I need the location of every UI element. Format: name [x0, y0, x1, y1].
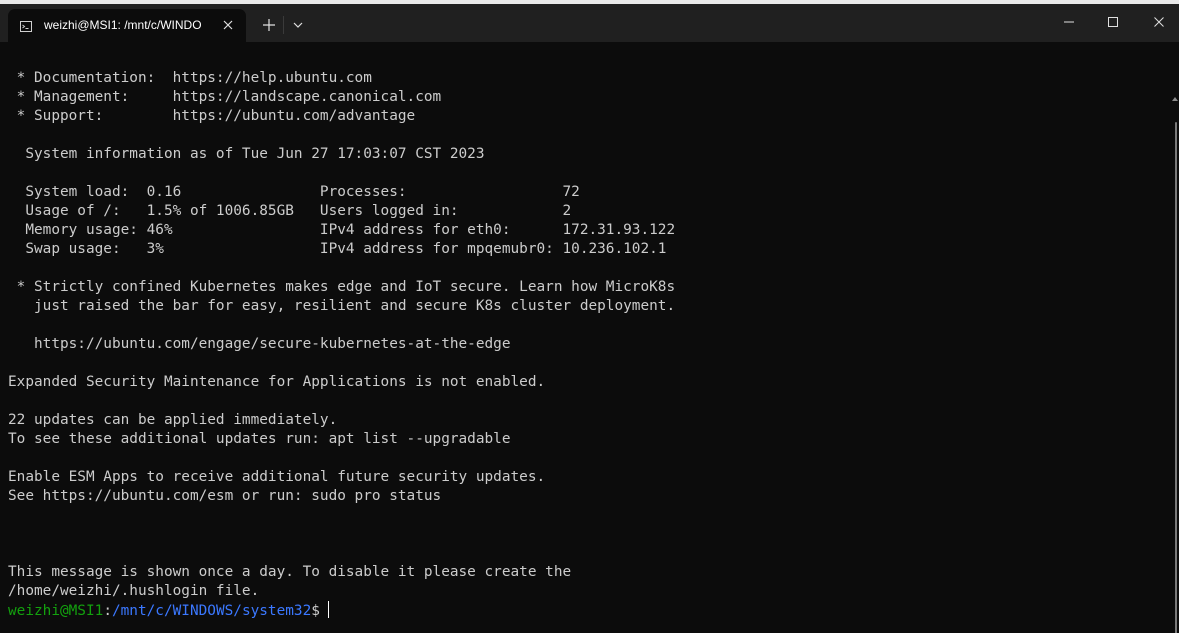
terminal-line: * Documentation: https://help.ubuntu.com [8, 70, 372, 86]
terminal-line: Expanded Security Maintenance for Applic… [8, 374, 546, 390]
tab-divider [283, 16, 284, 34]
maximize-button[interactable] [1090, 4, 1136, 40]
terminal-line: System load: 0.16 Processes: 72 [8, 184, 580, 200]
scroll-up-icon[interactable] [1171, 90, 1179, 101]
prompt-separator: : [103, 603, 112, 619]
text-cursor [327, 601, 329, 618]
minimize-button[interactable] [1046, 4, 1092, 40]
terminal-line: This message is shown once a day. To dis… [8, 564, 572, 580]
close-icon[interactable] [220, 17, 236, 33]
terminal-line: Usage of /: 1.5% of 1006.85GB Users logg… [8, 203, 572, 219]
terminal-line: * Strictly confined Kubernetes makes edg… [8, 279, 676, 295]
terminal-line: Enable ESM Apps to receive additional fu… [8, 469, 546, 485]
close-window-button[interactable] [1136, 4, 1179, 40]
terminal-line: 22 updates can be applied immediately. [8, 412, 338, 428]
terminal-line: System information as of Tue Jun 27 17:0… [8, 146, 485, 162]
terminal-line: https://ubuntu.com/engage/secure-kuberne… [8, 336, 511, 352]
terminal-output[interactable]: * Documentation: https://help.ubuntu.com… [0, 42, 1179, 633]
command-prompt[interactable]: weizhi@MSI1:/mnt/c/WINDOWS/system32$ [8, 601, 329, 621]
desktop-strip [0, 0, 1179, 4]
terminal-line: just raised the bar for easy, resilient … [8, 298, 676, 314]
prompt-symbol: $ [311, 603, 320, 619]
terminal-line: To see these additional updates run: apt… [8, 431, 511, 447]
close-icon [1154, 17, 1164, 27]
terminal-window: weizhi@MSI1: /mnt/c/WINDO * Documentatio… [0, 0, 1179, 633]
terminal-line: * Management: https://landscape.canonica… [8, 89, 442, 105]
terminal-icon [20, 19, 32, 32]
scrollbar-thumb[interactable] [1175, 122, 1177, 633]
tab-terminal[interactable]: weizhi@MSI1: /mnt/c/WINDO [8, 9, 246, 42]
plus-icon[interactable] [260, 16, 278, 34]
terminal-line: /home/weizhi/.hushlogin file. [8, 583, 260, 599]
terminal-line: * Support: https://ubuntu.com/advantage [8, 108, 416, 124]
terminal-text: * Documentation: https://help.ubuntu.com… [8, 69, 1163, 601]
tab-title: weizhi@MSI1: /mnt/c/WINDO [44, 18, 202, 32]
title-bar[interactable]: weizhi@MSI1: /mnt/c/WINDO [0, 0, 1179, 42]
chevron-down-icon[interactable] [290, 17, 306, 33]
maximize-icon [1108, 17, 1118, 27]
minimize-icon [1064, 21, 1074, 23]
prompt-path: /mnt/c/WINDOWS/system32 [111, 603, 312, 619]
terminal-line: See https://ubuntu.com/esm or run: sudo … [8, 488, 442, 504]
terminal-line: Memory usage: 46% IPv4 address for eth0:… [8, 222, 676, 238]
prompt-user-host: weizhi@MSI1 [8, 603, 104, 619]
terminal-line: Swap usage: 3% IPv4 address for mpqemubr… [8, 241, 667, 257]
